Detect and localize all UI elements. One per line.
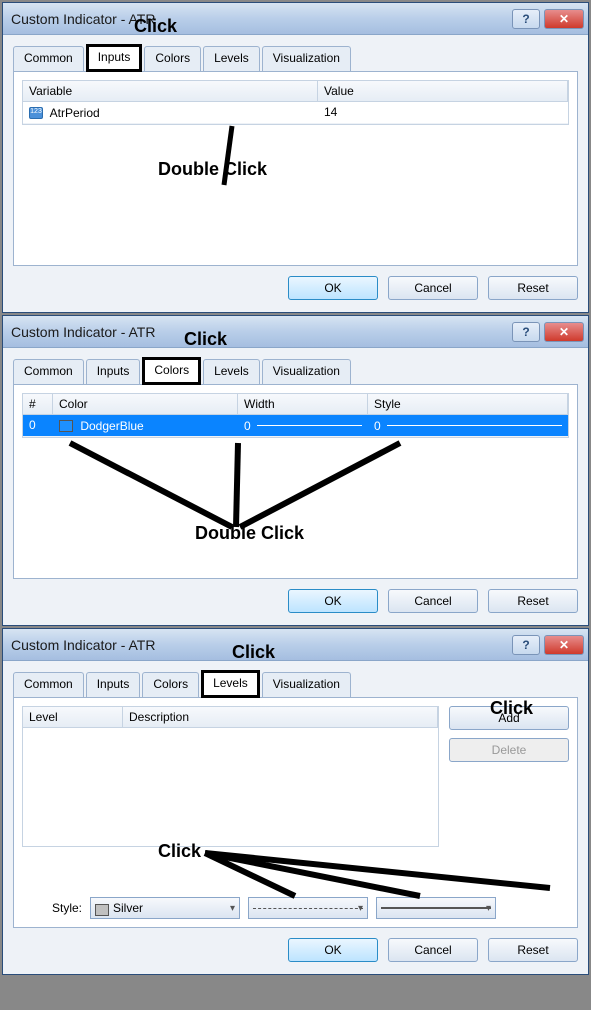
col-style[interactable]: Style [368, 394, 568, 414]
dialog-inputs: Custom Indicator - ATR ? ✕ Common Inputs… [2, 2, 589, 313]
close-button[interactable]: ✕ [544, 635, 584, 655]
color-swatch-icon [59, 420, 73, 432]
reset-button[interactable]: Reset [488, 589, 578, 613]
tab-common[interactable]: Common [13, 359, 84, 384]
tab-content-colors: # Color Width Style 0 DodgerBlue 0 [13, 384, 578, 579]
window-title: Custom Indicator - ATR [11, 11, 508, 27]
colors-table: # Color Width Style 0 DodgerBlue 0 [22, 393, 569, 438]
help-button[interactable]: ? [512, 635, 540, 655]
col-variable[interactable]: Variable [23, 81, 318, 101]
tab-strip: Common Inputs Colors Levels Visualizatio… [13, 43, 578, 71]
help-button[interactable]: ? [512, 9, 540, 29]
ok-button[interactable]: OK [288, 938, 378, 962]
titlebar: Custom Indicator - ATR ? ✕ [3, 316, 588, 348]
tab-inputs[interactable]: Inputs [86, 672, 141, 697]
integer-icon [29, 107, 43, 119]
close-button[interactable]: ✕ [544, 322, 584, 342]
tab-content-inputs: Variable Value AtrPeriod 14 [13, 71, 578, 266]
ok-button[interactable]: OK [288, 589, 378, 613]
style-width-dropdown[interactable]: ▾ [376, 897, 496, 919]
style-preview-icon [387, 425, 562, 426]
titlebar: Custom Indicator - ATR ? ✕ [3, 3, 588, 35]
window-title: Custom Indicator - ATR [11, 324, 508, 340]
tab-visualization[interactable]: Visualization [262, 46, 351, 71]
cell-width[interactable]: 0 [238, 415, 368, 436]
tab-common[interactable]: Common [13, 46, 84, 71]
tab-levels[interactable]: Levels [203, 46, 260, 71]
line-width-icon [381, 907, 491, 909]
titlebar: Custom Indicator - ATR ? ✕ [3, 629, 588, 661]
line-dashed-icon [253, 908, 363, 909]
tab-inputs[interactable]: Inputs [86, 44, 143, 72]
cell-value[interactable]: 14 [318, 102, 568, 123]
col-value[interactable]: Value [318, 81, 568, 101]
delete-button: Delete [449, 738, 569, 762]
style-color-dropdown[interactable]: Silver ▾ [90, 897, 240, 919]
cell-index: 0 [23, 415, 53, 436]
reset-button[interactable]: Reset [488, 276, 578, 300]
tab-colors[interactable]: Colors [142, 672, 199, 697]
cancel-button[interactable]: Cancel [388, 938, 478, 962]
tab-strip: Common Inputs Colors Levels Visualizatio… [13, 669, 578, 697]
table-row[interactable]: 0 DodgerBlue 0 0 [23, 415, 568, 437]
chevron-down-icon: ▾ [358, 903, 363, 914]
window-title: Custom Indicator - ATR [11, 637, 508, 653]
col-level[interactable]: Level [23, 707, 123, 727]
cell-variable: AtrPeriod [23, 102, 318, 123]
reset-button[interactable]: Reset [488, 938, 578, 962]
tab-visualization[interactable]: Visualization [262, 359, 351, 384]
col-width[interactable]: Width [238, 394, 368, 414]
col-index[interactable]: # [23, 394, 53, 414]
dialog-levels: Custom Indicator - ATR ? ✕ Common Inputs… [2, 628, 589, 975]
add-button[interactable]: Add [449, 706, 569, 730]
tab-levels[interactable]: Levels [201, 670, 260, 698]
ok-button[interactable]: OK [288, 276, 378, 300]
tab-common[interactable]: Common [13, 672, 84, 697]
width-preview-icon [257, 425, 362, 426]
style-line-dropdown[interactable]: ▾ [248, 897, 368, 919]
cancel-button[interactable]: Cancel [388, 276, 478, 300]
help-button[interactable]: ? [512, 322, 540, 342]
tab-colors[interactable]: Colors [142, 357, 201, 385]
col-description[interactable]: Description [123, 707, 438, 727]
tab-levels[interactable]: Levels [203, 359, 260, 384]
tab-strip: Common Inputs Colors Levels Visualizatio… [13, 356, 578, 384]
tab-colors[interactable]: Colors [144, 46, 201, 71]
levels-table-body[interactable] [23, 728, 438, 846]
tab-inputs[interactable]: Inputs [86, 359, 141, 384]
col-color[interactable]: Color [53, 394, 238, 414]
levels-table: Level Description [22, 706, 439, 847]
close-button[interactable]: ✕ [544, 9, 584, 29]
tab-visualization[interactable]: Visualization [262, 672, 351, 697]
chevron-down-icon: ▾ [230, 903, 235, 914]
color-swatch-icon [95, 904, 109, 916]
cell-color[interactable]: DodgerBlue [53, 415, 238, 436]
style-label: Style: [22, 901, 82, 915]
cell-style[interactable]: 0 [368, 415, 568, 436]
cancel-button[interactable]: Cancel [388, 589, 478, 613]
inputs-table: Variable Value AtrPeriod 14 [22, 80, 569, 125]
dialog-colors: Custom Indicator - ATR ? ✕ Common Inputs… [2, 315, 589, 626]
table-row[interactable]: AtrPeriod 14 [23, 102, 568, 124]
chevron-down-icon: ▾ [486, 903, 491, 914]
tab-content-levels: Level Description Add Delete Style: Silv… [13, 697, 578, 928]
